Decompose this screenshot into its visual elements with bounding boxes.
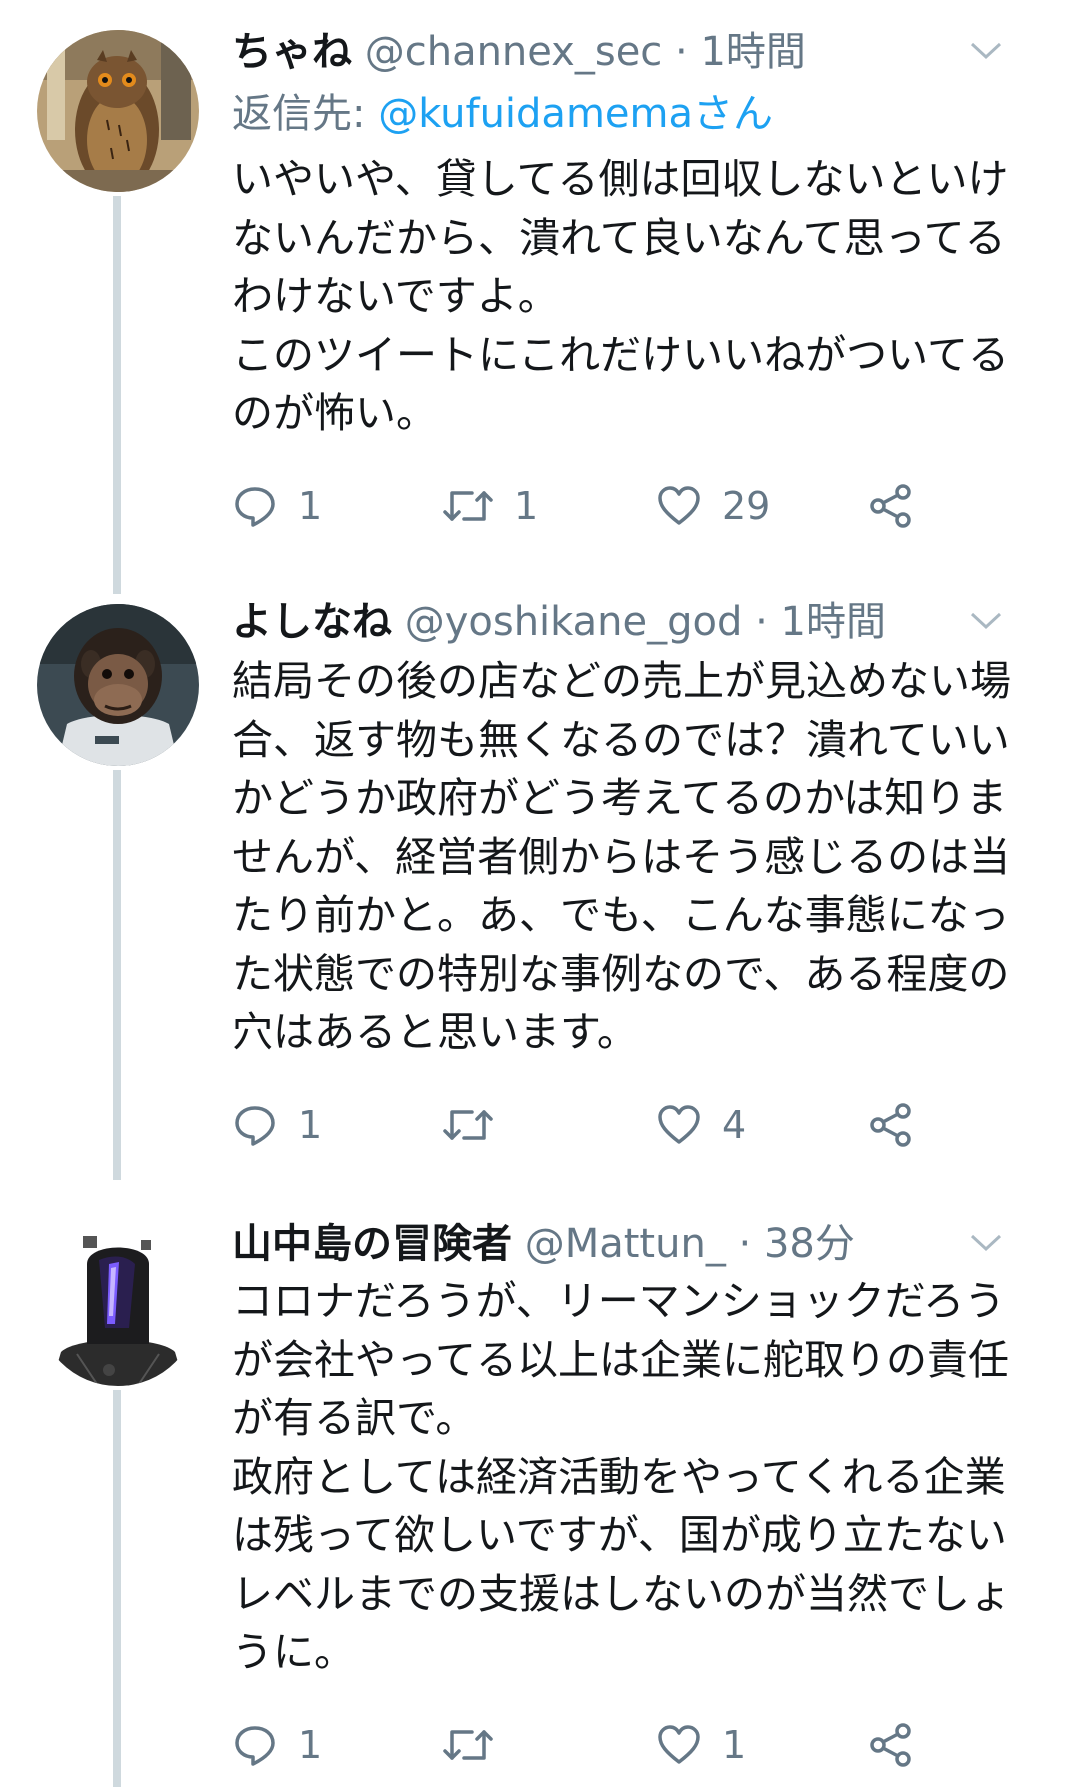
like-button[interactable]: 29	[656, 476, 770, 536]
reply-to-label: 返信先:	[232, 91, 366, 137]
timestamp[interactable]: 1時間	[700, 29, 805, 75]
like-button[interactable]: 4	[656, 1095, 746, 1155]
tweet-actions: 1 1 29	[232, 476, 932, 536]
user-handle[interactable]: @channex_sec	[365, 29, 663, 75]
reply-button[interactable]: 1	[232, 1095, 322, 1155]
like-count: 1	[722, 1723, 747, 1767]
reply-count: 1	[298, 1723, 323, 1767]
display-name[interactable]: ちゃね	[232, 29, 352, 75]
tweet-text: コロナだろうが、リーマンショックだろうが会社やってる以上は企業に舵取りの責任が有…	[232, 1277, 1011, 1676]
like-button[interactable]: 1	[656, 1715, 746, 1775]
tweet-header: ちゃね @channex_sec · 1時間	[232, 22, 1040, 82]
like-count: 29	[722, 484, 771, 528]
reply-to-mention[interactable]: @kufuidamemaさん	[378, 91, 773, 137]
reply-to-line: 返信先: @kufuidamemaさん	[232, 84, 773, 144]
retweet-count: 1	[514, 484, 539, 528]
separator: ·	[738, 1221, 752, 1267]
reply-icon	[235, 1726, 275, 1766]
tweet-actions: 1 4	[232, 1095, 932, 1155]
separator: ·	[675, 29, 688, 75]
like-count: 4	[722, 1103, 747, 1147]
like-icon	[658, 1105, 700, 1144]
chevron-down-icon[interactable]	[966, 600, 1006, 640]
separator: ·	[755, 599, 768, 645]
tweet-header: よしなね @yoshikane_god · 1時間	[232, 592, 1040, 652]
like-icon	[658, 1725, 700, 1764]
tweet-text: いやいや、貸してる側は回収しないといけないんだから、潰れて良いなんて思ってるわけ…	[232, 155, 1009, 437]
share-button[interactable]	[868, 1095, 914, 1155]
retweet-button[interactable]: 1	[442, 476, 538, 536]
helmet-avatar[interactable]	[37, 1224, 199, 1386]
share-icon	[870, 1103, 911, 1147]
retweet-icon	[443, 1110, 493, 1140]
retweet-icon	[443, 491, 493, 521]
thread-line	[113, 196, 121, 594]
reply-button[interactable]: 1	[232, 1715, 322, 1775]
thread-line	[113, 1390, 121, 1787]
share-button[interactable]	[868, 476, 914, 536]
user-handle[interactable]: @yoshikane_god	[405, 599, 743, 645]
timestamp[interactable]: 38分	[764, 1221, 855, 1267]
retweet-button[interactable]	[442, 1095, 514, 1155]
chevron-down-icon[interactable]	[966, 1222, 1006, 1262]
retweet-button[interactable]	[442, 1715, 514, 1775]
display-name[interactable]: よしなね	[232, 599, 392, 645]
timestamp[interactable]: 1時間	[781, 599, 886, 645]
user-handle[interactable]: @Mattun_	[525, 1221, 726, 1267]
tweet-actions: 1 1	[232, 1715, 932, 1775]
share-icon	[870, 1723, 911, 1767]
chevron-down-icon[interactable]	[966, 30, 1006, 70]
display-name[interactable]: 山中島の冒険者	[232, 1221, 512, 1267]
reply-count: 1	[298, 1103, 323, 1147]
like-icon	[658, 486, 700, 525]
thread-line	[113, 770, 121, 1180]
owl-avatar[interactable]	[37, 30, 199, 192]
tweet-text: 結局その後の店などの売上が見込めない場合、返す物も無くなるのでは？潰れていいかど…	[232, 657, 1011, 1056]
chimp-avatar[interactable]	[37, 604, 199, 766]
retweet-icon	[443, 1730, 493, 1760]
share-icon	[870, 484, 911, 528]
share-button[interactable]	[868, 1715, 914, 1775]
reply-icon	[235, 487, 275, 527]
reply-icon	[235, 1106, 275, 1146]
reply-button[interactable]: 1	[232, 476, 322, 536]
tweet-header: 山中島の冒険者 @Mattun_ · 38分	[232, 1214, 1040, 1274]
reply-count: 1	[298, 484, 323, 528]
